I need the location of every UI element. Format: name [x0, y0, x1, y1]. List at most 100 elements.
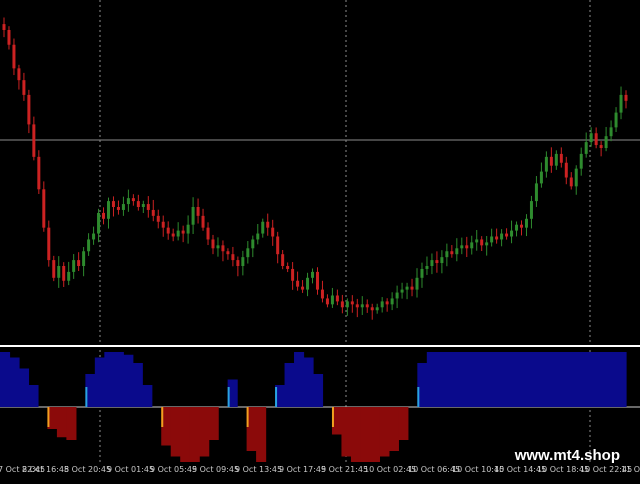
candle-body [171, 233, 175, 237]
candle-body [370, 307, 374, 311]
candle-body [345, 301, 349, 308]
histogram-bar-negative [350, 407, 362, 462]
candle-body [594, 133, 598, 146]
candle-body [549, 156, 553, 166]
candle-body [485, 242, 489, 246]
candle-body [261, 221, 265, 234]
candle-body [450, 251, 454, 255]
histogram-bar-negative [170, 407, 181, 457]
histogram-bar-positive [597, 352, 608, 407]
histogram-bar-positive [464, 352, 475, 407]
candle-body [385, 301, 389, 305]
histogram-bar-positive [578, 352, 589, 407]
candle-body [405, 286, 409, 290]
candle-body [320, 289, 324, 299]
histogram-bar-positive [142, 385, 153, 407]
candle-body [97, 212, 101, 234]
candle-body [395, 292, 399, 299]
candle-body [12, 44, 16, 69]
candle-body [196, 207, 200, 216]
candle-body [340, 301, 344, 308]
candle-body [355, 304, 359, 308]
histogram-bar-negative [56, 407, 67, 438]
candle-body [72, 260, 76, 272]
candle-body [609, 127, 613, 137]
histogram-bar-positive [132, 363, 143, 407]
histogram-bar-negative [208, 407, 219, 440]
histogram-bar-positive [521, 352, 532, 407]
candle-body [435, 260, 439, 264]
candle-body [480, 239, 484, 246]
candle-body [584, 142, 588, 154]
histogram-bar-positive [436, 352, 447, 407]
candle-body [7, 30, 11, 45]
histogram-bar-positive [123, 354, 134, 407]
candle-body [251, 239, 255, 249]
histogram-bar-negative [256, 407, 267, 462]
candle-body [475, 239, 479, 243]
candle-body [619, 94, 623, 113]
candle-body [231, 254, 235, 261]
candle-body [325, 298, 329, 305]
candle-body [524, 218, 528, 228]
time-label: 9 Oct 01:45 [107, 465, 155, 474]
candle-body [624, 94, 628, 101]
histogram-bar-negative [66, 407, 77, 440]
candle-body [276, 236, 280, 255]
candle-body [564, 162, 568, 178]
candle-body [520, 224, 524, 228]
chart-window[interactable] [0, 0, 640, 480]
time-label: 9 Oct 09:45 [192, 465, 240, 474]
histogram-bar-positive [0, 352, 11, 407]
histogram-bar-positive [588, 352, 599, 407]
histogram-bar-positive [455, 352, 466, 407]
candle-body [236, 260, 240, 266]
candle-body [206, 227, 210, 240]
candle-body [490, 236, 494, 243]
candle-body [22, 80, 26, 95]
candle-body [37, 156, 41, 190]
candle-body [221, 245, 225, 252]
candle-body [166, 227, 170, 234]
candle-body [415, 277, 419, 290]
candle-body [126, 198, 130, 205]
candle-body [335, 295, 339, 302]
candle-body [296, 280, 300, 287]
candle-body [510, 230, 514, 237]
candle-body [574, 168, 578, 187]
signal-up-marker [227, 387, 230, 407]
histogram-bar-negative [199, 407, 210, 457]
price-chart-svg[interactable] [0, 0, 640, 480]
histogram-bar-negative [189, 407, 200, 462]
candle-body [569, 177, 573, 187]
candle-body [116, 207, 120, 210]
candle-body [42, 189, 46, 228]
histogram-bar-positive [502, 352, 513, 407]
candle-body [529, 201, 533, 219]
candle-body [291, 268, 295, 281]
candle-body [559, 153, 563, 163]
candle-body [27, 94, 31, 125]
candle-body [156, 215, 160, 222]
candle-body [400, 289, 404, 293]
price-candles [2, 17, 628, 320]
histogram-bar-positive [550, 352, 561, 407]
histogram-bar-positive [9, 357, 20, 407]
candle-body [534, 183, 538, 202]
histogram-bar-positive [303, 357, 314, 407]
candle-body [32, 124, 36, 157]
candle-body [539, 171, 543, 184]
candle-body [330, 295, 334, 305]
candle-body [131, 198, 135, 202]
candle-body [52, 260, 56, 278]
signal-down-marker [47, 407, 50, 427]
histogram-bar-positive [28, 385, 39, 407]
candle-body [82, 251, 86, 266]
histogram-bar-positive [512, 352, 523, 407]
signal-up-marker [85, 387, 88, 407]
candle-body [246, 248, 250, 258]
candle-body [241, 257, 245, 266]
histogram-bar-positive [616, 352, 627, 407]
candle-body [465, 245, 469, 249]
candle-body [554, 153, 558, 166]
